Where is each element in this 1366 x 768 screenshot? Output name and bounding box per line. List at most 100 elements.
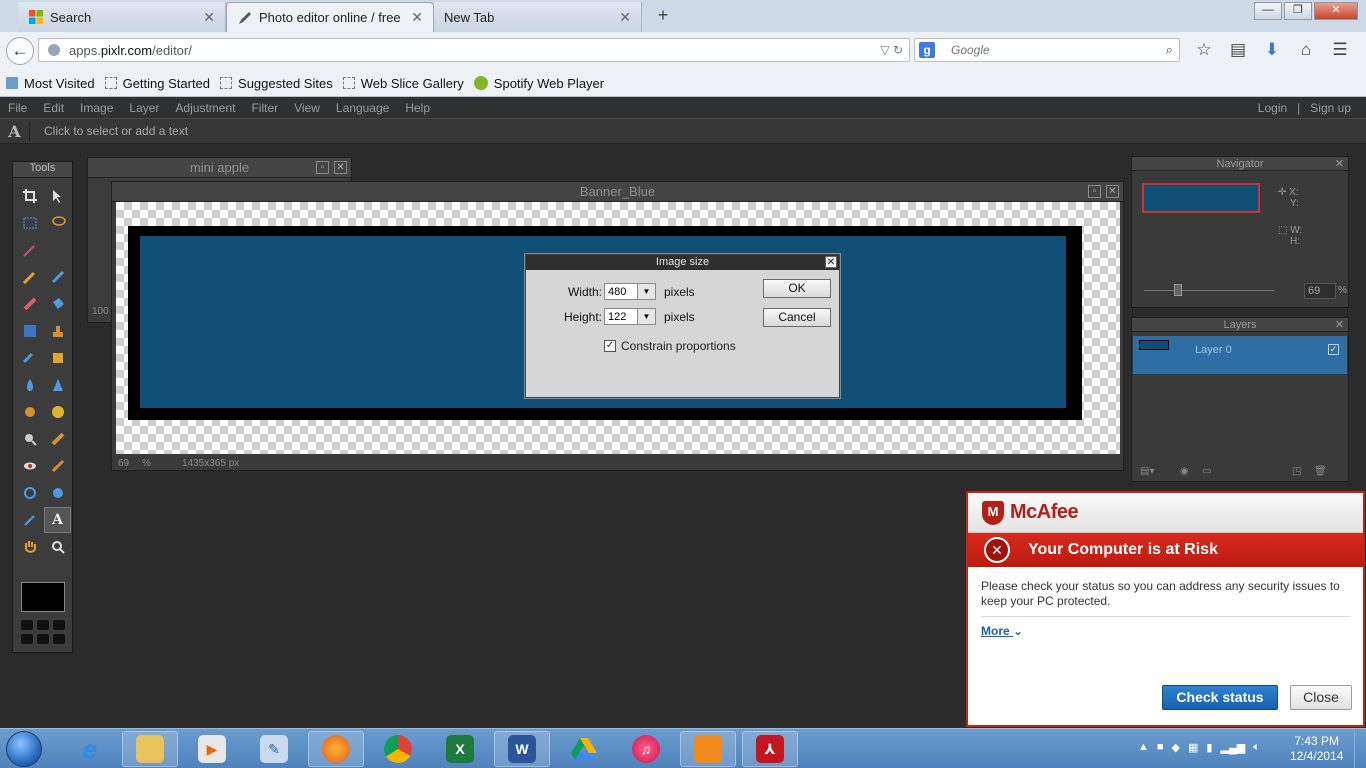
taskbar-clock[interactable]: 7:43 PM 12/4/2014	[1290, 734, 1343, 764]
restore-icon[interactable]: ❐	[1284, 2, 1312, 20]
palette-cell[interactable]	[37, 620, 49, 630]
move-icon[interactable]	[44, 183, 71, 209]
brush-icon[interactable]	[44, 264, 71, 290]
height-input[interactable]	[604, 308, 638, 325]
bookmark-most-visited[interactable]: Most Visited	[6, 76, 95, 91]
taskbar-ie[interactable]: e	[62, 731, 118, 767]
taskbar-firefox[interactable]	[308, 731, 364, 767]
dialog-close-icon[interactable]: ✕	[825, 256, 837, 268]
menu-help[interactable]: Help	[397, 101, 438, 115]
login-link[interactable]: Login	[1253, 101, 1292, 115]
layer-mask-icon[interactable]: ◉	[1180, 466, 1189, 477]
menu-icon[interactable]: ☰	[1328, 40, 1352, 60]
menu-file[interactable]: File	[0, 101, 35, 115]
tab-photo-editor[interactable]: Photo editor online / free i... ✕	[226, 2, 434, 32]
zoom-slider-track[interactable]	[1144, 290, 1274, 291]
back-arrow-icon[interactable]: ←	[6, 37, 34, 65]
pinch-icon[interactable]	[44, 480, 71, 506]
palette-cell[interactable]	[53, 620, 65, 630]
bookmark-web-slice-gallery[interactable]: Web Slice Gallery	[342, 76, 464, 91]
layer-settings-icon[interactable]: ▤▾	[1140, 466, 1154, 477]
palette-cell[interactable]	[21, 620, 33, 630]
reload-icon[interactable]: ▽ ↻	[880, 43, 903, 57]
bookmark-spotify[interactable]: Spotify Web Player	[473, 76, 604, 91]
trash-icon[interactable]: 🗑︎	[1314, 466, 1327, 477]
tab-new-tab[interactable]: New Tab ✕	[434, 2, 642, 32]
menu-adjustment[interactable]: Adjustment	[167, 101, 243, 115]
close-icon[interactable]: ✕	[1335, 318, 1344, 332]
dropbox-tray-icon[interactable]: ◆	[1172, 741, 1180, 754]
tab-search[interactable]: Search ✕	[18, 2, 226, 32]
palette-cell[interactable]	[21, 634, 33, 644]
constrain-proportions[interactable]: ✓ Constrain proportions	[604, 339, 736, 353]
close-tab-icon[interactable]: ✕	[411, 9, 423, 26]
search-icon[interactable]: ⌕	[1166, 42, 1173, 58]
menu-filter[interactable]: Filter	[243, 101, 286, 115]
bookmark-getting-started[interactable]: Getting Started	[104, 76, 210, 91]
network-tray-icon[interactable]: ▦	[1188, 741, 1198, 754]
checkbox[interactable]: ✓	[604, 340, 616, 352]
mcafee-tray-icon[interactable]: ■	[1157, 741, 1164, 754]
menu-layer[interactable]: Layer	[121, 101, 167, 115]
lasso-icon[interactable]	[44, 210, 71, 236]
menu-edit[interactable]: Edit	[35, 101, 72, 115]
gradient-icon[interactable]	[16, 318, 43, 344]
close-tab-icon[interactable]: ✕	[619, 9, 631, 26]
menu-language[interactable]: Language	[328, 101, 397, 115]
minimize-icon[interactable]: —	[1254, 2, 1282, 20]
new-tab-button[interactable]: +	[652, 6, 674, 26]
folder-icon[interactable]: ▭	[1202, 466, 1211, 477]
maximize-icon[interactable]: ▫	[1088, 185, 1101, 198]
marquee-icon[interactable]	[16, 210, 43, 236]
close-icon[interactable]: ✕	[1106, 185, 1119, 198]
crop-icon[interactable]	[16, 183, 43, 209]
tray-expand-icon[interactable]: ▲	[1138, 741, 1149, 754]
menu-view[interactable]: View	[286, 101, 328, 115]
wand-icon[interactable]	[16, 237, 43, 263]
start-button[interactable]	[6, 731, 42, 767]
more-link[interactable]: More ⌄	[981, 624, 1350, 638]
close-tab-icon[interactable]: ✕	[203, 9, 215, 26]
width-input[interactable]	[604, 283, 638, 300]
bookmark-star-icon[interactable]: ☆	[1192, 40, 1216, 60]
layer-visibility-checkbox[interactable]: ✓	[1328, 344, 1339, 355]
sponge-icon[interactable]	[44, 399, 71, 425]
power-tray-icon[interactable]: ▮	[1206, 741, 1212, 754]
zoom-value[interactable]: 69	[118, 458, 142, 469]
hand-icon[interactable]	[16, 534, 43, 560]
palette-cell[interactable]	[53, 634, 65, 644]
eraser-icon[interactable]	[16, 291, 43, 317]
taskbar-itunes[interactable]: ♫	[618, 731, 674, 767]
burn-icon[interactable]	[44, 426, 71, 452]
layer-row[interactable]: Layer 0 ✓	[1133, 336, 1347, 374]
navigator-zoom-input[interactable]	[1304, 283, 1336, 299]
search-input[interactable]	[951, 43, 1151, 57]
taskbar-drive[interactable]	[556, 731, 612, 767]
smudge-icon[interactable]	[16, 399, 43, 425]
signal-tray-icon[interactable]: ▂▄▆	[1220, 741, 1245, 754]
maximize-icon[interactable]: ▫	[316, 161, 329, 174]
bookmark-suggested-sites[interactable]: Suggested Sites	[220, 76, 333, 91]
taskbar-explorer[interactable]	[122, 731, 178, 767]
taskbar-paint[interactable]: ✎	[246, 731, 302, 767]
navigator-thumbnail[interactable]	[1142, 183, 1260, 213]
check-status-button[interactable]: Check status	[1162, 685, 1278, 710]
red-eye-icon[interactable]	[16, 453, 43, 479]
chevron-down-icon[interactable]: ▼	[638, 308, 656, 325]
reading-list-icon[interactable]: ▤	[1226, 40, 1250, 60]
home-icon[interactable]: ⌂	[1294, 40, 1318, 60]
search-bar[interactable]: g ⌕	[914, 38, 1180, 62]
zoom-slider-handle[interactable]	[1174, 284, 1182, 296]
chevron-down-icon[interactable]: ▼	[638, 283, 656, 300]
taskbar-media[interactable]: ▶	[184, 731, 240, 767]
bucket-icon[interactable]	[44, 291, 71, 317]
close-icon[interactable]: ✕	[1335, 157, 1344, 171]
color-swatch[interactable]	[21, 582, 65, 612]
taskbar-excel[interactable]: X	[432, 731, 488, 767]
bloat-icon[interactable]	[16, 480, 43, 506]
download-arrow-icon[interactable]: ⬇	[1260, 40, 1284, 60]
taskbar-chrome[interactable]	[370, 731, 426, 767]
show-desktop-button[interactable]	[1354, 729, 1366, 768]
taskbar-acrobat[interactable]: ⅄	[742, 731, 798, 767]
drawing-icon[interactable]	[44, 345, 71, 371]
